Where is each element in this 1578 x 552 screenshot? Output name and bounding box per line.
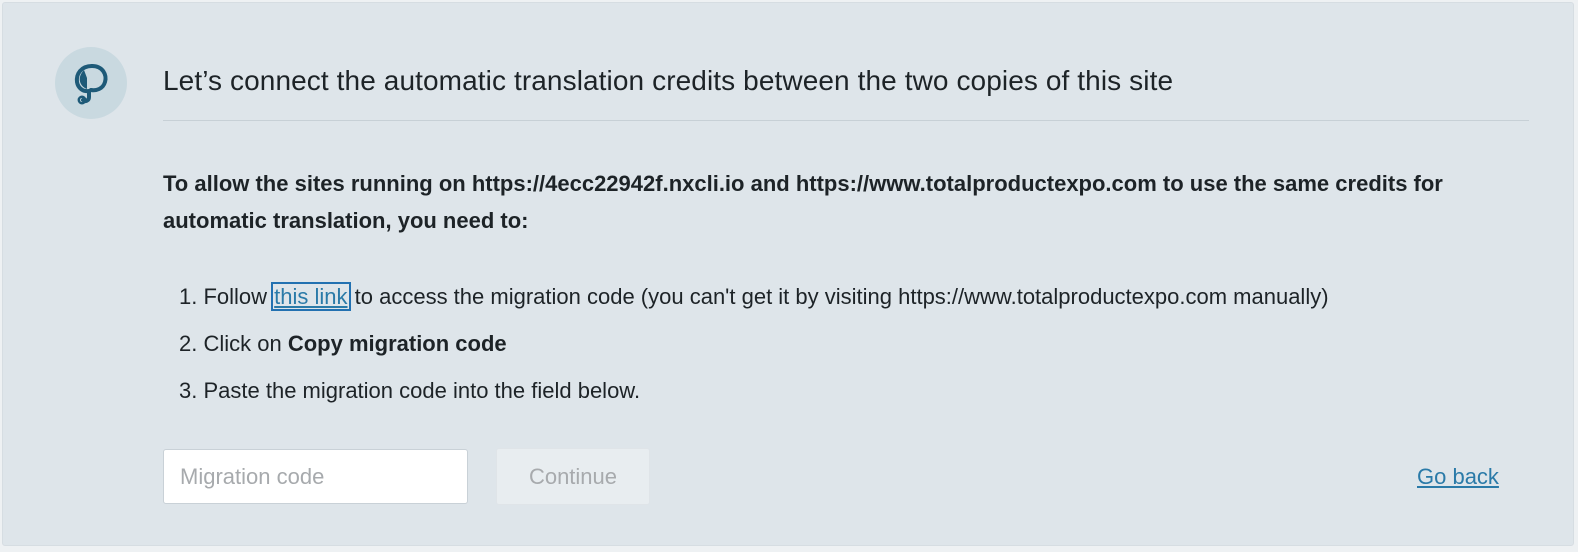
step-text-suffix: to access the migration code (you can't … bbox=[348, 284, 1329, 309]
step-text: Paste the migration code into the field … bbox=[203, 378, 641, 403]
list-item: 2. Click on Copy migration code bbox=[179, 320, 1329, 367]
list-item: 1. Follow this link to access the migrat… bbox=[179, 273, 1329, 320]
wpml-logo-icon bbox=[55, 47, 127, 119]
step-number: 1. bbox=[179, 284, 198, 309]
page-title: Let’s connect the automatic translation … bbox=[163, 65, 1174, 96]
step-number: 2. bbox=[179, 331, 198, 356]
step-number: 3. bbox=[179, 378, 198, 403]
go-back-link[interactable]: Go back bbox=[1417, 464, 1499, 490]
intro-text: To allow the sites running on https://4e… bbox=[163, 171, 1443, 233]
migration-panel: Let’s connect the automatic translation … bbox=[2, 2, 1574, 546]
title-divider bbox=[163, 120, 1529, 121]
step-text-prefix: Follow bbox=[203, 284, 274, 309]
step-text-prefix: Click on bbox=[203, 331, 288, 356]
steps-list: 1. Follow this link to access the migrat… bbox=[179, 273, 1329, 414]
copy-migration-code-label: Copy migration code bbox=[287, 331, 507, 356]
list-item: 3. Paste the migration code into the fie… bbox=[179, 367, 1329, 414]
continue-button[interactable]: Continue bbox=[496, 448, 650, 505]
migration-code-link[interactable]: this link bbox=[271, 282, 351, 311]
migration-code-input[interactable] bbox=[163, 449, 468, 504]
